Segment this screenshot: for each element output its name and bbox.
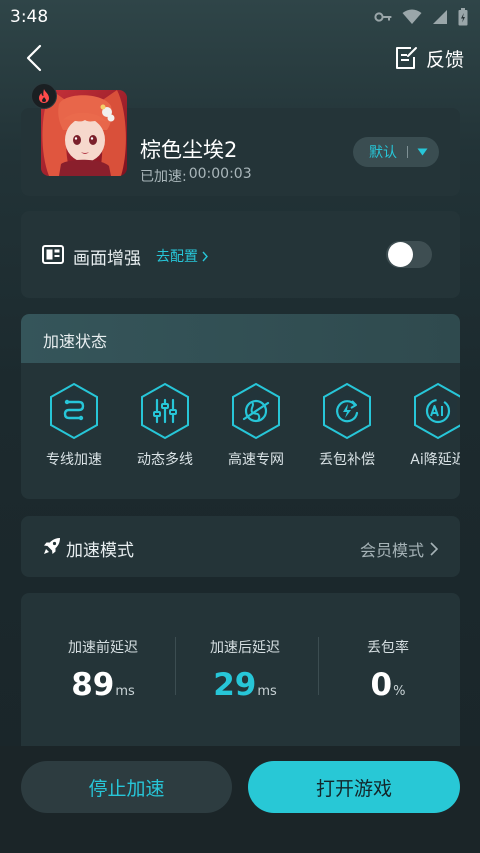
- toggle-knob: [388, 242, 413, 267]
- battery-icon: [458, 8, 468, 26]
- picture-enhance-toggle[interactable]: [386, 241, 432, 268]
- stat-value: 89: [71, 667, 115, 703]
- feature-label: 动态多线: [137, 452, 193, 468]
- feature-ai-latency-reduction[interactable]: Ai降延迟: [393, 382, 460, 469]
- back-button[interactable]: [20, 42, 48, 74]
- ai-icon: [414, 382, 460, 440]
- feature-list: 专线加速 动态多线 高速专网 丢包补偿 Ai降延迟: [21, 382, 460, 482]
- feedback-button[interactable]: 反馈: [394, 42, 464, 74]
- latency-stats-card: 加速前延迟 89 ms 加速后延迟 29 ms 丢包率 0 %: [21, 593, 460, 763]
- stop-accel-button[interactable]: 停止加速: [21, 761, 232, 813]
- sliders-icon: [141, 382, 189, 440]
- stat-label: 加速前延迟: [68, 640, 138, 656]
- status-icons: [374, 8, 468, 26]
- stat-unit: %: [393, 684, 406, 699]
- feature-high-speed-network[interactable]: 高速专网: [211, 382, 301, 469]
- vpn-key-icon: [374, 12, 392, 22]
- edit-note-icon: [395, 47, 417, 69]
- dropdown-divider: [407, 146, 408, 158]
- stat-label: 加速后延迟: [210, 640, 280, 656]
- feature-label: 高速专网: [228, 452, 284, 468]
- header: 反馈: [0, 38, 480, 78]
- feature-dedicated-line[interactable]: 专线加速: [29, 382, 119, 469]
- status-bar: 3:48: [0, 0, 480, 34]
- elapsed-value: 00:00:03: [188, 166, 252, 182]
- feature-label: 专线加速: [46, 452, 102, 468]
- feature-dynamic-multiline[interactable]: 动态多线: [120, 382, 210, 469]
- configure-link[interactable]: 去配置: [156, 246, 208, 266]
- accel-mode-value-text: 会员模式: [359, 541, 424, 560]
- accel-status-header: 加速状态: [21, 314, 460, 363]
- flame-icon: [39, 89, 49, 103]
- wifi-icon: [402, 9, 422, 24]
- rocket-icon: [44, 538, 60, 554]
- hot-badge: [31, 83, 57, 109]
- game-title: 棕色尘埃2: [140, 138, 238, 162]
- feature-label: Ai降延迟: [410, 452, 460, 468]
- region-mode-dropdown[interactable]: 默认: [353, 137, 439, 167]
- chevron-left-icon: [26, 44, 42, 72]
- globe-icon: [232, 382, 280, 440]
- elapsed-time: 已加速: 00:00:03: [140, 166, 252, 186]
- stat-latency-before: 加速前延迟 89 ms: [30, 637, 176, 703]
- lightning-refresh-icon: [323, 382, 371, 440]
- accel-status-title: 加速状态: [43, 332, 108, 351]
- feedback-label: 反馈: [425, 48, 464, 71]
- stat-latency-after: 加速后延迟 29 ms: [172, 637, 318, 703]
- stat-unit: ms: [257, 684, 277, 699]
- signal-icon: [433, 10, 447, 24]
- route-icon: [50, 382, 98, 440]
- caret-down-icon: [417, 148, 428, 156]
- stat-label: 丢包率: [367, 640, 409, 656]
- feature-label: 丢包补偿: [319, 452, 375, 468]
- feature-packet-loss-compensation[interactable]: 丢包补偿: [302, 382, 392, 469]
- chevron-right-icon: [202, 251, 208, 261]
- game-card: 棕色尘埃2 已加速: 00:00:03 默认: [21, 83, 460, 196]
- accel-mode-label: 加速模式: [66, 541, 134, 561]
- display-icon: [42, 245, 64, 264]
- stat-value: 29: [213, 667, 257, 703]
- accel-status-card: 加速状态 专线加速 动态多线 高速专网 丢包补偿 Ai降延迟: [21, 314, 460, 499]
- accel-mode-row[interactable]: 加速模式 会员模式: [21, 516, 460, 577]
- accel-mode-value: 会员模式: [360, 537, 438, 561]
- elapsed-label: 已加速:: [140, 169, 187, 185]
- stat-value: 0: [370, 667, 393, 703]
- picture-enhance-card: 画面增强 去配置: [21, 211, 460, 298]
- stat-unit: ms: [115, 684, 135, 699]
- region-mode-value: 默认: [369, 145, 397, 161]
- configure-link-label: 去配置: [156, 249, 198, 265]
- chevron-right-icon: [430, 542, 438, 556]
- open-game-button[interactable]: 打开游戏: [248, 761, 460, 813]
- status-time: 3:48: [10, 7, 49, 27]
- stat-packet-loss: 丢包率 0 %: [315, 637, 461, 703]
- picture-enhance-label: 画面增强: [73, 249, 141, 269]
- bottom-action-bar: 停止加速 打开游戏: [0, 746, 480, 853]
